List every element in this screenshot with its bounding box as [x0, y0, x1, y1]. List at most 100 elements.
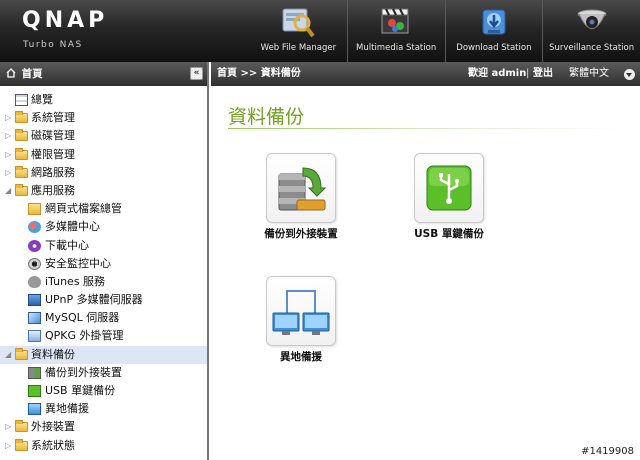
nav-item-label: 網頁式檔案總管 — [45, 202, 122, 216]
usb-icon — [28, 385, 41, 397]
overview-icon — [15, 94, 28, 106]
language-selector[interactable]: 繁體中文 — [569, 62, 609, 86]
expand-arrow-icon[interactable]: ▷ — [5, 146, 13, 164]
nav-item-1[interactable]: ▷ 系統管理 — [0, 109, 207, 127]
backup-external-tile[interactable]: 備份到外接裝置 — [236, 153, 366, 241]
multimedia-station-icon — [381, 8, 409, 34]
nav-item-19[interactable]: ▷ 系統狀態 — [0, 437, 207, 455]
folder-icon — [15, 111, 28, 124]
folder-icon — [15, 438, 28, 451]
nav-item-14[interactable]: ◢ 資料備份 — [0, 345, 207, 364]
download-icon — [28, 239, 41, 252]
nav-item-label: 多媒體中心 — [45, 220, 100, 234]
nav-item-18[interactable]: ▷ 外接裝置 — [0, 418, 207, 436]
itunes-icon — [28, 275, 41, 288]
expand-arrow-icon[interactable]: ▷ — [5, 418, 13, 436]
nav-item-17[interactable]: 異地備援 — [0, 400, 207, 418]
app-launcher: Web File Manager Multimedia Station Down… — [250, 0, 640, 62]
upnp-icon — [28, 294, 41, 307]
folder-icon — [15, 420, 28, 433]
web-file-manager-label: Web File Manager — [260, 43, 337, 53]
left-navigation: 首頁 « 總覽 ▷ 系統管理 ▷ 磁碟管理 ▷ 權限管理 ▷ 網路服務 ◢ 應用服務 網頁式檔案總管多… — [0, 62, 209, 460]
nav-item-label: 下載中心 — [45, 238, 89, 252]
nav-item-3[interactable]: ▷ 權限管理 — [0, 146, 207, 164]
nav-item-0[interactable]: 總覽 — [0, 91, 207, 109]
chevron-down-icon[interactable] — [624, 69, 635, 80]
remote-replication-tile-box — [266, 276, 336, 346]
nav-item-4[interactable]: ▷ 網路服務 — [0, 164, 207, 182]
backup-external-icon — [28, 366, 41, 379]
expand-arrow-icon[interactable]: ▷ — [5, 127, 13, 145]
watermark: #1419908 — [581, 446, 634, 457]
folder-icon — [15, 129, 28, 142]
nav-item-5[interactable]: ◢ 應用服務 — [0, 182, 207, 200]
surveillance-station-button[interactable]: Surveillance Station — [542, 0, 640, 62]
web-file-manager-button[interactable]: Web File Manager — [250, 0, 347, 62]
surveillance-station-icon — [577, 9, 607, 29]
left-panel-title: 首頁 — [21, 68, 43, 80]
header-divider: | — [526, 68, 530, 79]
mysql-icon — [28, 312, 41, 325]
expand-arrow-icon[interactable]: ▷ — [5, 164, 13, 182]
nav-item-label: 資料備份 — [31, 347, 75, 361]
qnap-logo: QNAP — [22, 8, 109, 33]
backup-external-tile-box — [266, 153, 336, 223]
nav-item-7[interactable]: 多媒體中心 — [0, 218, 207, 236]
nav-item-13[interactable]: QPKG 外掛管理 — [0, 327, 207, 345]
backup-external-label: 備份到外接裝置 — [264, 228, 338, 240]
nav-item-label: QPKG 外掛管理 — [45, 329, 124, 343]
logo-subtitle: Turbo NAS — [23, 40, 83, 50]
expand-arrow-icon[interactable]: ▷ — [5, 109, 13, 127]
collapse-arrow-icon[interactable]: ◢ — [5, 182, 13, 200]
nav-item-label: MySQL 伺服器 — [45, 311, 120, 325]
breadcrumb: 首頁 >> 資料備份 — [217, 68, 301, 79]
usb-backup-tile-box — [414, 153, 484, 223]
surveillance-station-label: Surveillance Station — [549, 43, 635, 53]
download-station-icon — [482, 9, 506, 35]
usb-backup-label: USB 單鍵備份 — [414, 228, 484, 240]
multimedia-station-button[interactable]: Multimedia Station — [346, 0, 445, 62]
nav-item-2[interactable]: ▷ 磁碟管理 — [0, 127, 207, 145]
nav-item-label: iTunes 服務 — [45, 274, 106, 288]
nav-item-6[interactable]: 網頁式檔案總管 — [0, 200, 207, 218]
content-header: 首頁 >> 資料備份 歡迎 admin | 登出 繁體中文 — [211, 62, 640, 86]
welcome-text: 歡迎 admin — [468, 68, 527, 79]
backup-external-icon — [278, 167, 327, 211]
camera-icon — [28, 257, 41, 270]
nav-item-label: 系統狀態 — [31, 438, 75, 452]
remote-replication-tile[interactable]: 異地備援 — [236, 276, 366, 364]
folder-open-icon — [15, 347, 28, 360]
collapse-sidebar-button[interactable]: « — [190, 67, 203, 80]
usb-backup-icon — [426, 165, 472, 211]
nav-item-11[interactable]: UPnP 多媒體伺服器 — [0, 291, 207, 309]
folder-open-icon — [15, 183, 28, 196]
nav-item-16[interactable]: USB 單鍵備份 — [0, 382, 207, 400]
nav-item-9[interactable]: 安全監控中心 — [0, 255, 207, 273]
navigation-tree: 總覽 ▷ 系統管理 ▷ 磁碟管理 ▷ 權限管理 ▷ 網路服務 ◢ 應用服務 網頁式檔案總管 多媒體中心下… — [0, 86, 207, 455]
download-station-button[interactable]: Download Station — [444, 0, 543, 62]
remote-replication-icon — [272, 290, 330, 335]
usb-backup-tile[interactable]: USB 單鍵備份 — [384, 153, 514, 241]
title-divider — [228, 128, 624, 129]
nav-item-label: 網路服務 — [31, 165, 75, 179]
file-manager-folder-icon — [28, 203, 41, 216]
nav-item-label: 系統管理 — [31, 111, 75, 125]
expand-arrow-icon[interactable]: ▷ — [5, 437, 13, 455]
left-panel-header: 首頁 « — [0, 62, 207, 86]
nav-item-8[interactable]: 下載中心 — [0, 237, 207, 255]
nav-item-label: 磁碟管理 — [31, 129, 75, 143]
nav-item-label: 應用服務 — [31, 183, 75, 197]
folder-icon — [15, 165, 28, 178]
nav-item-label: 備份到外接裝置 — [45, 365, 122, 379]
nav-item-label: USB 單鍵備份 — [45, 384, 116, 397]
folder-icon — [15, 147, 28, 160]
nav-item-12[interactable]: MySQL 伺服器 — [0, 309, 207, 327]
collapse-arrow-icon[interactable]: ◢ — [5, 346, 13, 364]
download-station-label: Download Station — [456, 43, 532, 53]
logout-link[interactable]: 登出 — [533, 62, 553, 86]
top-header: QNAP Turbo NAS Web File Manager Multimed… — [0, 0, 640, 62]
page-title: 資料備份 — [228, 106, 305, 128]
nav-item-10[interactable]: iTunes 服務 — [0, 273, 207, 291]
nav-item-15[interactable]: 備份到外接裝置 — [0, 364, 207, 382]
multimedia-station-label: Multimedia Station — [356, 43, 437, 53]
